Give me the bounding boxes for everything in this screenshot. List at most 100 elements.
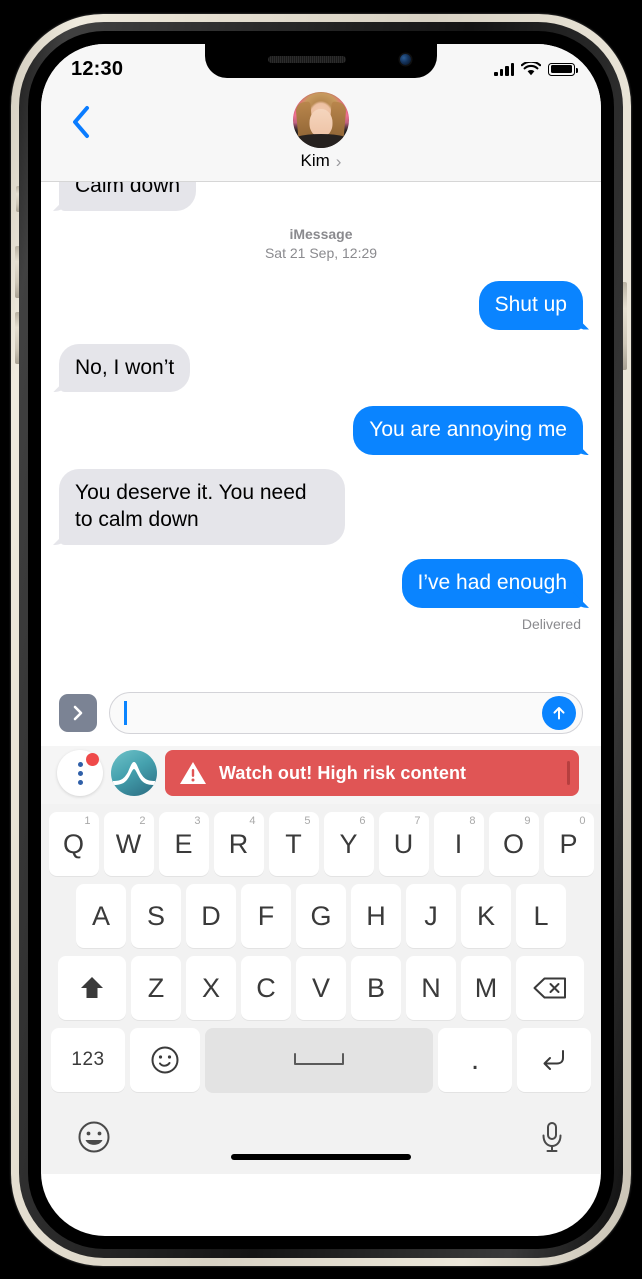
message-row: Calm down (59, 182, 583, 211)
contact-button[interactable]: Kim › (293, 88, 349, 171)
key-r[interactable]: 4R (213, 812, 264, 876)
wave-peak-glyph-icon (113, 762, 155, 785)
text-caret (124, 701, 127, 725)
key-o[interactable]: 9O (488, 812, 539, 876)
backspace-icon (533, 977, 566, 999)
key-i[interactable]: 8I (433, 812, 484, 876)
key-f[interactable]: F (241, 884, 291, 948)
key-label: W (115, 828, 142, 859)
key-v[interactable]: V (296, 956, 346, 1020)
shift-key[interactable] (58, 956, 126, 1020)
screenshot-stage: 12:30 Kim › Calm down iMessage Sat 21 Se… (0, 0, 642, 1279)
chevron-right-icon (73, 705, 83, 721)
microphone-icon[interactable] (538, 1119, 566, 1155)
message-row: You deserve it. You need to calm down (59, 469, 583, 546)
safety-overlay-row: Watch out! High risk content (41, 746, 601, 804)
key-b[interactable]: B (351, 956, 401, 1020)
key-n[interactable]: N (406, 956, 456, 1020)
backspace-key[interactable] (516, 956, 584, 1020)
key-u[interactable]: 7U (378, 812, 429, 876)
space-key[interactable] (205, 1028, 433, 1092)
period-key[interactable]: . (438, 1028, 512, 1092)
key-label: O (502, 828, 524, 859)
key-x[interactable]: X (186, 956, 236, 1020)
key-y[interactable]: 6Y (323, 812, 374, 876)
key-k[interactable]: K (461, 884, 511, 948)
keyboard-bottom-bar (46, 1100, 596, 1174)
key-z[interactable]: Z (131, 956, 181, 1020)
key-hint-3: 3 (194, 815, 201, 827)
message-row: You are annoying me (59, 406, 583, 456)
emoji-face-icon (151, 1046, 179, 1074)
on-screen-keyboard: 1Q 2W 3E 4R 5T 6Y 7U 8I 9O 0P A S D F G … (41, 804, 601, 1174)
key-g[interactable]: G (296, 884, 346, 948)
key-hint-1: 1 (84, 815, 91, 827)
message-bubble-outgoing[interactable]: Shut up (478, 280, 583, 330)
key-h[interactable]: H (351, 884, 401, 948)
front-camera-icon (400, 54, 411, 65)
status-time: 12:30 (71, 57, 124, 80)
back-button[interactable] (59, 100, 103, 144)
send-button[interactable] (542, 696, 576, 730)
overflow-menu-button[interactable] (57, 750, 103, 796)
key-q[interactable]: 1Q (48, 812, 99, 876)
warning-triangle-icon (180, 762, 206, 784)
message-row: I’ve had enough (59, 559, 583, 608)
key-label: E (174, 828, 193, 859)
keyboard-row-3: Z X C V B N M (46, 956, 596, 1020)
key-l[interactable]: L (516, 884, 566, 948)
key-d[interactable]: D (186, 884, 236, 948)
key-hint-9: 9 (524, 815, 531, 827)
key-s[interactable]: S (131, 884, 181, 948)
message-input-bar (41, 682, 601, 746)
key-j[interactable]: J (406, 884, 456, 948)
enter-key[interactable] (517, 1028, 591, 1092)
message-bubble-outgoing[interactable]: I’ve had enough (401, 559, 583, 608)
high-risk-warning-banner[interactable]: Watch out! High risk content (165, 750, 579, 796)
message-bubble-outgoing[interactable]: You are annoying me (353, 406, 583, 456)
numbers-key[interactable]: 123 (51, 1028, 125, 1092)
home-indicator[interactable] (231, 1154, 411, 1160)
enter-return-icon (543, 1050, 564, 1070)
message-thread[interactable]: Calm down iMessage Sat 21 Sep, 12:29 Shu… (41, 182, 601, 682)
phone-screen: 12:30 Kim › Calm down iMessage Sat 21 Se… (41, 44, 601, 1236)
arrow-up-icon (553, 707, 565, 720)
key-c[interactable]: C (241, 956, 291, 1020)
notification-badge-icon (86, 753, 99, 766)
keyboard-row-4: 123 . (46, 1028, 596, 1092)
key-t[interactable]: 5T (268, 812, 319, 876)
message-bubble-incoming[interactable]: You deserve it. You need to calm down (59, 469, 345, 546)
key-m[interactable]: M (461, 956, 511, 1020)
chevron-right-icon: › (335, 151, 342, 171)
phone-frame: 12:30 Kim › Calm down iMessage Sat 21 Se… (11, 14, 631, 1266)
key-e[interactable]: 3E (158, 812, 209, 876)
message-text-field[interactable] (109, 692, 583, 734)
keyboard-row-1: 1Q 2W 3E 4R 5T 6Y 7U 8I 9O 0P (46, 812, 596, 876)
message-bubble-incoming[interactable]: No, I won’t (59, 343, 191, 393)
avatar (293, 92, 349, 148)
smiley-face-icon[interactable] (76, 1119, 112, 1155)
key-hint-7: 7 (414, 815, 421, 827)
contact-row: Kim › (301, 151, 342, 171)
message-row: Shut up (59, 280, 583, 330)
phone-bezel: 12:30 Kim › Calm down iMessage Sat 21 Se… (28, 31, 614, 1249)
service-label: iMessage (289, 225, 353, 242)
key-label: U (393, 828, 414, 859)
wave-peak-app-icon[interactable] (111, 750, 157, 796)
key-hint-6: 6 (359, 815, 366, 827)
banner-scroll-indicator (566, 761, 570, 785)
message-bubble-incoming[interactable]: Calm down (59, 182, 197, 211)
chevron-left-icon (73, 106, 89, 138)
key-a[interactable]: A (76, 884, 126, 948)
emoji-key[interactable] (130, 1028, 200, 1092)
expand-apps-button[interactable] (59, 694, 97, 732)
cellular-bars-icon (494, 62, 514, 76)
chat-header: Kim › (41, 88, 601, 182)
key-label: Q (62, 828, 84, 859)
key-label: P (559, 828, 578, 859)
key-hint-0: 0 (579, 815, 586, 827)
earpiece-speaker (268, 56, 346, 63)
shift-up-icon (81, 977, 103, 998)
key-p[interactable]: 0P (543, 812, 594, 876)
key-w[interactable]: 2W (103, 812, 154, 876)
